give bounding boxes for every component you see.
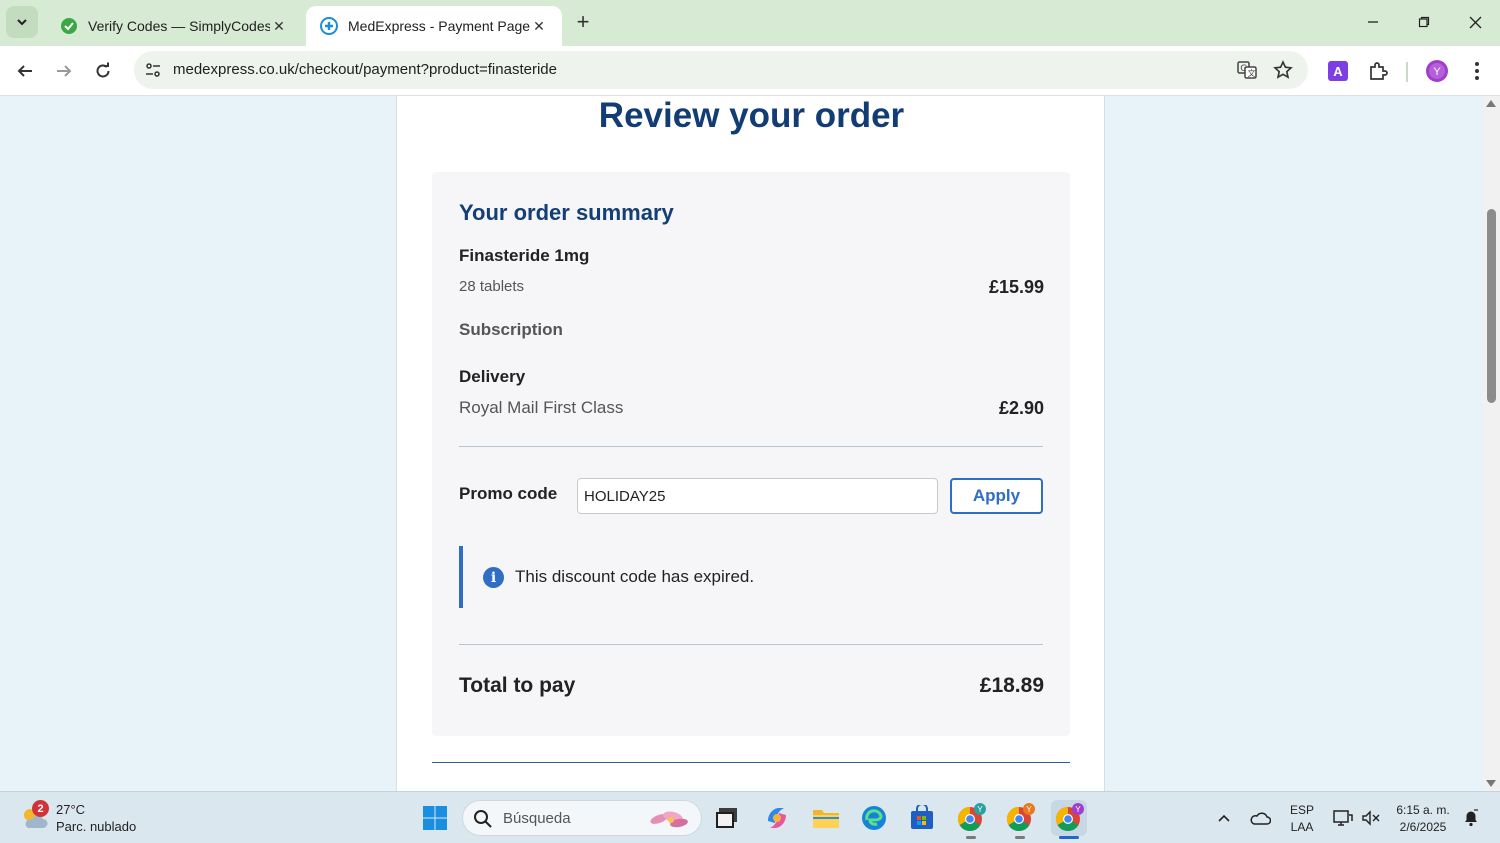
language-code: ESP <box>1289 803 1314 817</box>
extension-initial: A <box>1333 64 1343 79</box>
url-text[interactable]: medexpress.co.uk/checkout/payment?produc… <box>173 61 557 78</box>
minimize-icon[interactable] <box>1358 8 1388 36</box>
chrome-profile-1-icon[interactable]: Y <box>953 800 989 839</box>
edge-browser-icon[interactable] <box>856 800 892 836</box>
close-icon[interactable]: ✕ <box>270 17 288 35</box>
simplycodes-favicon-icon <box>60 17 78 35</box>
tab-title: Verify Codes — SimplyCodes <box>88 18 270 34</box>
flower-decoration-icon <box>650 811 688 828</box>
weather-widget[interactable]: 2 27°C Parc. nublado <box>18 800 178 836</box>
site-info-icon[interactable] <box>142 59 164 81</box>
product-name: Finasteride 1mg <box>459 246 590 265</box>
svg-text:文: 文 <box>1248 68 1256 78</box>
product-quantity: 28 tablets <box>459 278 525 295</box>
tray-overflow-chevron-icon[interactable] <box>1212 800 1236 836</box>
task-view-icon[interactable] <box>710 800 746 836</box>
close-icon[interactable]: ✕ <box>530 17 548 35</box>
tab-verify-codes[interactable]: Verify Codes — SimplyCodes ✕ <box>46 6 302 46</box>
volume-muted-icon[interactable] <box>1358 800 1384 836</box>
page-viewport: Review your order Your order summary Fin… <box>0 96 1500 791</box>
running-indicator <box>966 836 976 839</box>
scroll-up-arrow-icon[interactable] <box>1486 100 1496 107</box>
clock-time: 6:15 a. m. <box>1396 803 1450 817</box>
copilot-icon[interactable] <box>759 800 795 836</box>
search-icon <box>474 810 492 828</box>
weather-condition: Parc. nublado <box>56 819 137 834</box>
delivery-method: Royal Mail First Class <box>459 398 624 417</box>
restore-icon[interactable] <box>1409 8 1439 36</box>
order-summary-card: Your order summary Finasteride 1mg 28 ta… <box>432 172 1070 736</box>
total-divider <box>459 644 1043 645</box>
apply-promo-button[interactable]: Apply <box>950 478 1043 514</box>
reload-icon[interactable] <box>88 56 118 86</box>
total-label: Total to pay <box>459 674 576 697</box>
total-value: £18.89 <box>979 674 1044 697</box>
input-language-indicator[interactable]: ESP LAA <box>1284 802 1320 836</box>
toolbar-divider <box>1406 62 1408 82</box>
window-close-icon[interactable] <box>1460 8 1490 36</box>
tab-strip: Verify Codes — SimplyCodes ✕ MedExpress … <box>0 0 1500 46</box>
section-rule <box>432 762 1070 763</box>
forward-icon[interactable] <box>49 56 79 86</box>
notification-bell-icon[interactable] <box>1458 800 1484 836</box>
network-icon[interactable] <box>1330 800 1356 836</box>
medexpress-favicon-icon <box>320 17 338 35</box>
clock-date: 2/6/2025 <box>1399 820 1447 834</box>
subscription-label: Subscription <box>459 320 563 339</box>
page-scrollbar[interactable] <box>1483 96 1500 791</box>
tab-medexpress[interactable]: MedExpress - Payment Page ✕ <box>306 6 562 46</box>
profile-initial: Y <box>1433 66 1441 78</box>
delivery-label: Delivery <box>459 367 526 386</box>
page-title: Review your order <box>598 96 905 135</box>
info-icon: i <box>483 567 504 588</box>
chrome-profile-2-icon[interactable]: Y <box>1002 800 1038 839</box>
summary-divider <box>459 446 1043 447</box>
running-indicator <box>1015 836 1025 839</box>
address-bar[interactable]: medexpress.co.uk/checkout/payment?produc… <box>134 51 1308 89</box>
windows-start-icon[interactable] <box>417 800 453 836</box>
promo-expired-alert: i This discount code has expired. <box>459 546 1043 608</box>
chrome-badge: Y <box>1026 805 1032 814</box>
alert-message: This discount code has expired. <box>515 567 755 586</box>
order-summary-heading: Your order summary <box>459 200 674 225</box>
microsoft-store-icon[interactable] <box>904 800 940 836</box>
product-price: £15.99 <box>988 277 1044 297</box>
onedrive-cloud-icon[interactable] <box>1246 800 1274 836</box>
taskbar-search[interactable]: Búsqueda <box>462 800 702 836</box>
scroll-thumb[interactable] <box>1487 209 1496 403</box>
extension-a-icon[interactable]: A <box>1325 58 1351 84</box>
weather-badge: 2 <box>32 800 49 817</box>
menu-kebab-icon[interactable] <box>1464 58 1490 84</box>
back-icon[interactable] <box>10 56 40 86</box>
new-tab-button[interactable]: + <box>570 10 596 36</box>
checkout-column: Review your order Your order summary Fin… <box>396 96 1105 791</box>
chevron-down-icon <box>17 19 27 26</box>
translate-icon[interactable]: G文 <box>1236 59 1258 81</box>
browser-toolbar: medexpress.co.uk/checkout/payment?produc… <box>0 46 1500 96</box>
keyboard-layout: LAA <box>1290 820 1314 834</box>
system-clock[interactable]: 6:15 a. m. 2/6/2025 <box>1390 802 1456 836</box>
tab-title: MedExpress - Payment Page <box>348 18 530 34</box>
chrome-badge: Y <box>1075 805 1081 814</box>
bookmark-star-icon[interactable] <box>1272 59 1294 81</box>
extensions-puzzle-icon[interactable] <box>1365 58 1391 84</box>
tab-search-button[interactable] <box>6 6 38 38</box>
windows-taskbar: 2 27°C Parc. nublado Búsqueda Y Y Y ESP … <box>0 791 1500 843</box>
search-placeholder: Búsqueda <box>503 810 571 827</box>
weather-temperature: 27°C <box>56 802 86 817</box>
promo-code-input[interactable] <box>577 478 938 514</box>
profile-avatar[interactable]: Y <box>1424 58 1450 84</box>
chrome-profile-3-icon[interactable]: Y <box>1051 800 1087 839</box>
promo-code-label: Promo code <box>459 484 558 503</box>
scroll-down-arrow-icon[interactable] <box>1486 780 1496 787</box>
active-indicator <box>1059 836 1079 839</box>
file-explorer-icon[interactable] <box>808 800 844 836</box>
chrome-badge: Y <box>977 805 983 814</box>
delivery-price: £2.90 <box>998 398 1044 418</box>
